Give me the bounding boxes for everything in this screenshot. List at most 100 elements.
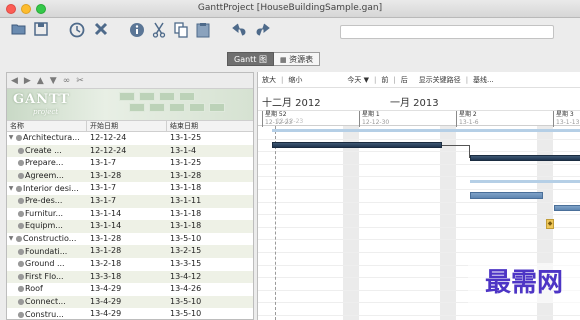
grid-row-line bbox=[258, 226, 580, 228]
bullet-icon: ● bbox=[17, 196, 25, 206]
arrow-left-icon[interactable]: ◀ bbox=[11, 76, 18, 86]
task-row[interactable]: ● Create ... 12-12-24 13-1-4 bbox=[7, 144, 253, 158]
summary-bar-architecture[interactable] bbox=[272, 129, 580, 132]
task-group-row[interactable]: ▼ ● Architectura... 12-12-24 13-1-25 bbox=[7, 132, 253, 145]
task-name: Equipm... bbox=[25, 221, 63, 231]
unlink-icon[interactable]: ✂ bbox=[76, 76, 84, 86]
arrow-up-icon[interactable]: ▲ bbox=[37, 76, 44, 86]
weekend-stripe bbox=[343, 126, 359, 320]
zoom-out-button[interactable]: 缩小 bbox=[288, 75, 302, 85]
task-row[interactable]: ● First Flo... 13-3-18 13-4-12 bbox=[7, 270, 253, 284]
column-end-date[interactable]: 结束日期 bbox=[167, 121, 253, 131]
watermark-logo: 最需网 bbox=[468, 263, 580, 303]
task-name-cell: ● Constru... bbox=[7, 308, 87, 319]
copy-icon[interactable] bbox=[172, 22, 190, 40]
task-start-date: 13-1-14 bbox=[90, 221, 122, 231]
task-start-date: 13-1-28 bbox=[90, 246, 122, 256]
open-icon[interactable] bbox=[10, 22, 28, 40]
bullet-icon: ● bbox=[17, 221, 25, 231]
zoom-in-button[interactable]: 放大 bbox=[262, 75, 276, 85]
task-row[interactable]: ● Roof 13-4-29 13-4-26 bbox=[7, 283, 253, 296]
task-row[interactable]: ● Prepare... 13-1-7 13-1-25 bbox=[7, 157, 253, 170]
bullet-icon: ● bbox=[15, 133, 23, 143]
gantt-toolbar: 放大 | 缩小 今天 ▼ | 前 | 后 显示关键路径 | 基线... bbox=[258, 72, 580, 88]
task-end-date: 13-1-11 bbox=[170, 195, 202, 205]
bullet-icon: ● bbox=[17, 271, 25, 281]
task-group-row[interactable]: ▼ ● Constructio... 13-1-28 13-5-10 bbox=[7, 233, 253, 246]
task-bar-furniture[interactable] bbox=[554, 205, 580, 211]
collapse-triangle-icon[interactable]: ▼ bbox=[7, 132, 15, 144]
delete-icon[interactable] bbox=[92, 22, 110, 40]
bullet-icon: ● bbox=[17, 259, 25, 269]
task-name-cell: ▼ ● Architectura... bbox=[7, 132, 87, 145]
tab-resources[interactable]: ▦ 资源表 bbox=[274, 52, 321, 66]
link-icon[interactable]: ∞ bbox=[63, 76, 71, 86]
task-end-date: 13-1-25 bbox=[170, 133, 202, 142]
critical-path-button[interactable]: 显示关键路径 bbox=[419, 75, 461, 85]
collapse-triangle-icon[interactable]: ▼ bbox=[7, 183, 15, 195]
task-start-date: 13-1-7 bbox=[90, 158, 117, 168]
bullet-icon: ● bbox=[17, 297, 25, 307]
bullet-icon: ● bbox=[17, 309, 25, 319]
task-row[interactable]: ● Constru... 13-4-29 13-5-10 bbox=[7, 308, 253, 319]
next-button[interactable]: 后 bbox=[401, 75, 408, 85]
task-name-cell: ● Create ... bbox=[7, 145, 87, 158]
task-name: Create ... bbox=[25, 145, 62, 155]
task-table-header: 名称 开始日期 结束日期 bbox=[7, 121, 253, 132]
grid-row-line bbox=[258, 151, 580, 153]
grid-row-line bbox=[258, 201, 580, 203]
summary-bar-interior[interactable] bbox=[470, 180, 580, 183]
undo-icon[interactable] bbox=[230, 22, 248, 40]
tab-gantt[interactable]: Gantt 图 bbox=[227, 52, 274, 66]
task-name: Agreem... bbox=[25, 171, 64, 181]
task-name-cell: ● Ground ... bbox=[7, 258, 87, 271]
task-start-date: 13-1-7 bbox=[90, 195, 117, 205]
task-bar-create[interactable] bbox=[272, 142, 442, 148]
task-end-date: 13-1-28 bbox=[170, 170, 202, 180]
task-row[interactable]: ● Connect... 13-4-29 13-5-10 bbox=[7, 295, 253, 309]
task-row[interactable]: ● Pre-des... 13-1-7 13-1-11 bbox=[7, 194, 253, 208]
window-title: GanttProject [HouseBuildingSample.gan] bbox=[197, 3, 383, 13]
milestone-icon[interactable]: ◆ bbox=[546, 219, 554, 229]
task-table-body: ▼ ● Architectura... 12-12-24 13-1-25 ● Create … bbox=[7, 132, 253, 319]
column-start-date[interactable]: 开始日期 bbox=[87, 121, 167, 131]
collapse-triangle-icon[interactable]: ▼ bbox=[7, 233, 15, 245]
task-name: First Flo... bbox=[25, 271, 64, 281]
task-row[interactable]: ● Equipm... 13-1-14 13-1-18 bbox=[7, 220, 253, 233]
cut-icon[interactable] bbox=[150, 22, 168, 40]
grid-row-line bbox=[258, 138, 580, 140]
task-tree-pane: ◀ ▶ ▲ ▼ ∞ ✂ GANTT project 名称 开始日期 结束日期 ▼… bbox=[6, 72, 254, 320]
task-name: Connect... bbox=[25, 297, 66, 307]
column-name[interactable]: 名称 bbox=[7, 121, 87, 131]
clock-icon[interactable] bbox=[68, 22, 86, 40]
task-row[interactable]: ● Ground ... 13-2-18 13-3-15 bbox=[7, 258, 253, 271]
grid-row-line bbox=[258, 252, 580, 253]
bullet-icon: ● bbox=[15, 234, 23, 244]
info-icon[interactable] bbox=[128, 22, 146, 40]
previous-button[interactable]: 前 bbox=[381, 75, 388, 85]
task-end-date: 13-3-15 bbox=[170, 258, 202, 268]
task-row[interactable]: ● Furnitur... 13-1-14 13-1-18 bbox=[7, 208, 253, 221]
task-name: Furnitur... bbox=[25, 208, 64, 218]
search-input[interactable] bbox=[340, 25, 554, 39]
grid-row-line bbox=[258, 315, 580, 316]
task-start-date: 13-3-18 bbox=[90, 271, 122, 281]
today-dropdown[interactable]: 今天 ▼ bbox=[347, 75, 369, 85]
bullet-icon: ● bbox=[17, 284, 25, 294]
paste-icon[interactable] bbox=[194, 22, 212, 40]
week-2: 星期 2 13-1-6 bbox=[456, 111, 479, 127]
baseline-button[interactable]: 基线... bbox=[473, 75, 494, 85]
arrow-right-icon[interactable]: ▶ bbox=[24, 76, 31, 86]
save-icon[interactable] bbox=[32, 22, 50, 40]
task-bar-prepare[interactable] bbox=[470, 155, 580, 161]
task-group-row[interactable]: ▼ ● Interior desi... 13-1-7 13-1-18 bbox=[7, 182, 253, 195]
week-1: 星期 1 12-12-30 bbox=[359, 111, 389, 127]
ganttproject-logo-sub: project bbox=[33, 108, 59, 116]
task-row[interactable]: ● Foundati... 13-1-28 13-2-15 bbox=[7, 245, 253, 258]
task-row[interactable]: ● Agreem... 13-1-28 13-1-28 bbox=[7, 169, 253, 183]
arrow-down-icon[interactable]: ▼ bbox=[50, 76, 57, 86]
task-start-date: 13-4-29 bbox=[90, 284, 122, 294]
task-bar-pre-design[interactable] bbox=[470, 192, 543, 199]
task-name: Prepare... bbox=[25, 158, 64, 168]
redo-icon[interactable] bbox=[254, 22, 272, 40]
